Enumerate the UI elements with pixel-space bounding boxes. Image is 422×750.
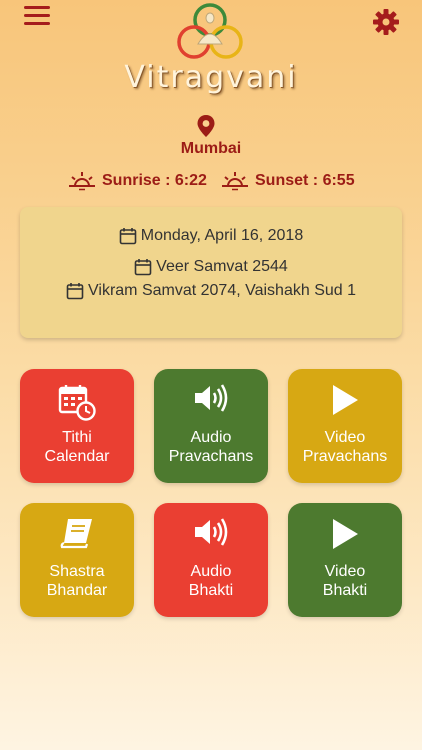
- audio-bhakti-button[interactable]: Audio Bhakti: [154, 503, 268, 617]
- tile-label: Audio Pravachans: [168, 429, 254, 465]
- hamburger-menu-icon[interactable]: [24, 6, 50, 28]
- audio-pravachans-button[interactable]: Audio Pravachans: [154, 369, 268, 483]
- gregorian-date: Monday, April 16, 2018: [140, 227, 304, 244]
- book-icon: [60, 519, 92, 549]
- city-name[interactable]: Mumbai: [0, 140, 422, 158]
- video-bhakti-button[interactable]: Video Bhakti: [288, 503, 402, 617]
- sunrise-text: Sunrise : 6:22: [102, 172, 207, 189]
- gregorian-date-row: Monday, April 16, 2018: [20, 227, 402, 245]
- sunset-text: Sunset : 6:55: [255, 172, 355, 189]
- shastra-bhandar-button[interactable]: Shastra Bhandar: [20, 503, 134, 617]
- tile-label: Video Pravachans: [302, 429, 388, 465]
- speaker-icon: [195, 384, 228, 412]
- settings-gear-icon[interactable]: [372, 8, 400, 36]
- sunset-icon: [222, 172, 248, 191]
- date-info-card: Monday, April 16, 2018 Veer Samvat 2544 …: [20, 207, 402, 338]
- speaker-icon: [195, 518, 228, 546]
- location-pin-icon[interactable]: [196, 114, 216, 138]
- calendar-clock-icon: [58, 385, 96, 421]
- tile-label: Video Bhakti: [322, 563, 368, 599]
- play-icon: [333, 385, 358, 415]
- video-pravachans-button[interactable]: Video Pravachans: [288, 369, 402, 483]
- sunrise-icon: [69, 172, 95, 191]
- app-title: Vitragvani: [124, 60, 298, 95]
- veer-samvat-date: Veer Samvat 2544: [156, 258, 288, 275]
- tile-label: Audio Bhakti: [188, 563, 234, 599]
- calendar-icon: [119, 228, 137, 245]
- calendar-icon: [66, 283, 84, 300]
- app-logo: [177, 3, 243, 59]
- sunrise-info: Sunrise : 6:22: [68, 168, 207, 194]
- vikram-samvat-date: Vikram Samvat 2074, Vaishakh Sud 1: [88, 282, 356, 299]
- tile-label: Tithi Calendar: [44, 429, 110, 465]
- veer-samvat-row: Veer Samvat 2544: [20, 258, 402, 276]
- vikram-samvat-row: Vikram Samvat 2074, Vaishakh Sud 1: [20, 282, 402, 300]
- tile-label: Shastra Bhandar: [46, 563, 108, 599]
- tithi-calendar-button[interactable]: Tithi Calendar: [20, 369, 134, 483]
- sunset-info: Sunset : 6:55: [221, 168, 355, 194]
- play-icon: [333, 519, 358, 549]
- calendar-icon: [134, 259, 152, 276]
